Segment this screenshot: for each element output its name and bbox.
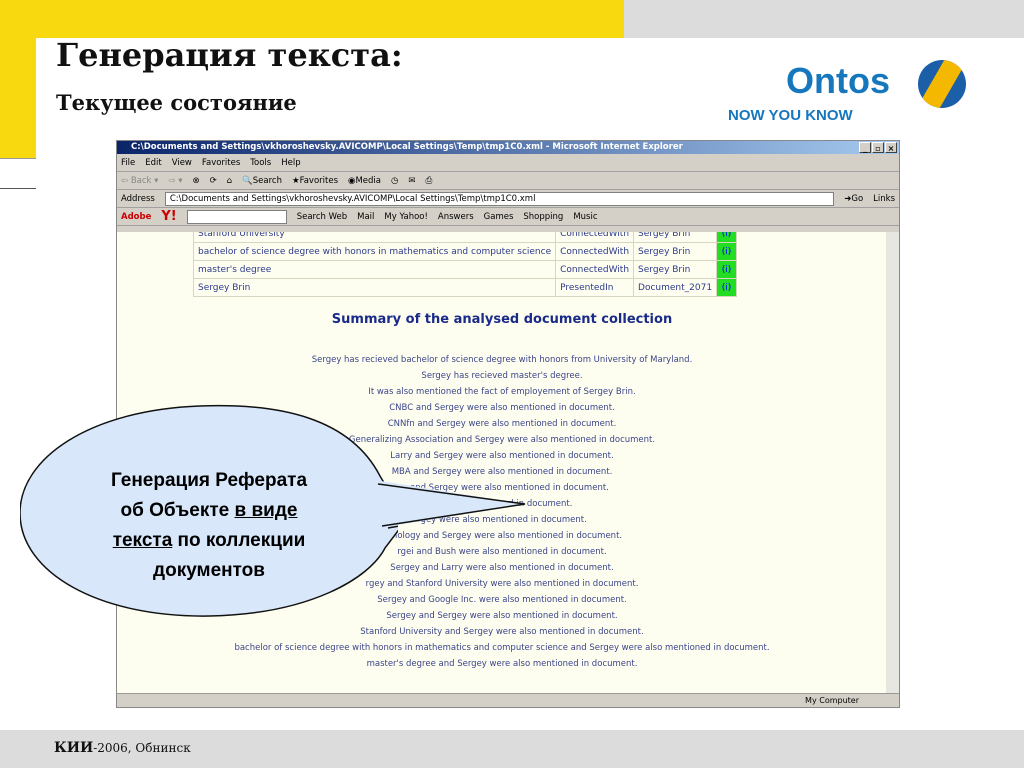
menu-view[interactable]: View xyxy=(172,158,192,168)
go-button[interactable]: ➜Go xyxy=(844,194,863,204)
ontos-logo: Ontos xyxy=(786,60,890,101)
minimize-button[interactable]: _ xyxy=(859,142,871,153)
address-bar: Address C:\Documents and Settings\vkhoro… xyxy=(117,190,899,208)
toolbar: ⇦ Back ▾ ⇨ ▾ ⊗ ⟳ ⌂ 🔍Search ★Favorites ◉Med… xyxy=(117,172,899,190)
cell: Document_2071 xyxy=(633,278,718,297)
cell: ConnectedWith xyxy=(555,260,635,279)
info-link[interactable]: (i) xyxy=(716,232,738,243)
table-row: master's degree ConnectedWith Sergey Brin(… xyxy=(192,260,738,279)
address-label: Address xyxy=(121,193,155,204)
table-row: Sergey Brin PresentedIn Document_2071 (i) xyxy=(192,278,738,297)
refresh-icon[interactable]: ⟳ xyxy=(210,176,217,186)
info-link[interactable]: (i) xyxy=(716,260,738,279)
adobe-button[interactable]: Adobe xyxy=(121,212,151,222)
callout-text: Генерация Реферата об Объекте в виде тек… xyxy=(110,470,308,581)
maximize-button[interactable]: ▫ xyxy=(872,142,884,153)
summary-line: Sergey has recieved master's degree. xyxy=(421,371,583,381)
address-input[interactable]: C:\Documents and Settings\vkhoroshevsky.… xyxy=(164,191,835,206)
divider xyxy=(0,158,36,159)
summary-title: Summary of the analysed document collect… xyxy=(331,312,673,327)
music-button[interactable]: Music xyxy=(573,212,597,222)
answers-button[interactable]: Answers xyxy=(438,212,474,222)
games-button[interactable]: Games xyxy=(484,212,514,222)
divider xyxy=(0,188,36,189)
summary-line: Sergey has recieved bachelor of science … xyxy=(311,355,693,365)
forward-button[interactable]: ⇨ ▾ xyxy=(168,176,182,186)
links-button[interactable]: Links xyxy=(873,194,899,204)
cell: Sergey Brin xyxy=(633,242,718,261)
status-bar: My Computer xyxy=(117,693,899,707)
cell: Sergey Brin xyxy=(633,232,718,243)
title-bar: C:\Documents and Settings\vkhoroshevsky.… xyxy=(117,141,899,154)
cell: bachelor of science degree with honors i… xyxy=(192,242,557,261)
close-button[interactable]: × xyxy=(885,142,897,153)
cell: ConnectedWith xyxy=(555,242,635,261)
cell: ConnectedWith xyxy=(555,232,635,243)
cell: Sergey Brin xyxy=(633,260,718,279)
cell: master's degree xyxy=(192,260,557,279)
footer: КИИ-2006, Обнинск xyxy=(54,740,191,756)
summary-line: master's degree and Sergey were also men… xyxy=(366,659,638,669)
grey-band xyxy=(624,0,1024,38)
yahoo-button[interactable]: Y! xyxy=(161,209,176,224)
home-icon[interactable]: ⌂ xyxy=(227,176,232,186)
info-link[interactable]: (i) xyxy=(716,242,738,261)
search-web-button[interactable]: Search Web xyxy=(297,212,347,222)
window-title: C:\Documents and Settings\vkhoroshevsky.… xyxy=(131,142,683,152)
menu-file[interactable]: File xyxy=(121,158,135,168)
status-zone: My Computer xyxy=(805,696,859,705)
table-row: bachelor of science degree with honors i… xyxy=(192,242,738,261)
cell: Sergey Brin xyxy=(192,278,557,297)
back-button[interactable]: ⇦ Back ▾ xyxy=(121,176,158,186)
history-icon[interactable]: ◷ xyxy=(391,176,398,186)
relations-table: Stanford University ConnectedWith Sergey B… xyxy=(192,232,738,297)
menu-tools[interactable]: Tools xyxy=(250,158,271,168)
stop-icon[interactable]: ⊗ xyxy=(193,176,200,186)
menu-bar: File Edit View Favorites Tools Help xyxy=(117,154,899,172)
media-button[interactable]: ◉Media xyxy=(348,176,381,186)
ontos-logo-icon xyxy=(918,60,966,108)
table-row: Stanford University ConnectedWith Sergey B… xyxy=(192,232,738,243)
cell: Stanford University xyxy=(192,232,557,243)
print-icon[interactable]: ⎙ xyxy=(426,176,433,186)
favorites-button[interactable]: ★Favorites xyxy=(292,176,338,186)
menu-edit[interactable]: Edit xyxy=(145,158,161,168)
summary-line: Stanford University and Sergey were also… xyxy=(360,627,644,637)
slide-subtitle: Текущее состояние xyxy=(56,90,297,115)
cell: PresentedIn xyxy=(555,278,635,297)
summary-line: bachelor of science degree with honors i… xyxy=(234,643,770,653)
tagline: NOW YOU KNOW xyxy=(728,107,853,124)
shopping-button[interactable]: Shopping xyxy=(523,212,563,222)
info-link[interactable]: (i) xyxy=(716,278,738,297)
menu-favorites[interactable]: Favorites xyxy=(202,158,240,168)
yahoo-search-input[interactable] xyxy=(186,209,287,224)
mail-icon[interactable]: ✉ xyxy=(408,176,415,186)
search-button[interactable]: 🔍Search xyxy=(242,176,282,186)
mail-button[interactable]: Mail xyxy=(357,212,374,222)
my-yahoo-button[interactable]: My Yahoo! xyxy=(384,212,428,222)
slide-title: Генерация текста: xyxy=(56,36,403,74)
menu-help[interactable]: Help xyxy=(281,158,300,168)
vertical-scrollbar[interactable] xyxy=(886,232,899,694)
yahoo-toolbar: Adobe Y! Search Web Mail My Yahoo! Answe… xyxy=(117,208,899,226)
